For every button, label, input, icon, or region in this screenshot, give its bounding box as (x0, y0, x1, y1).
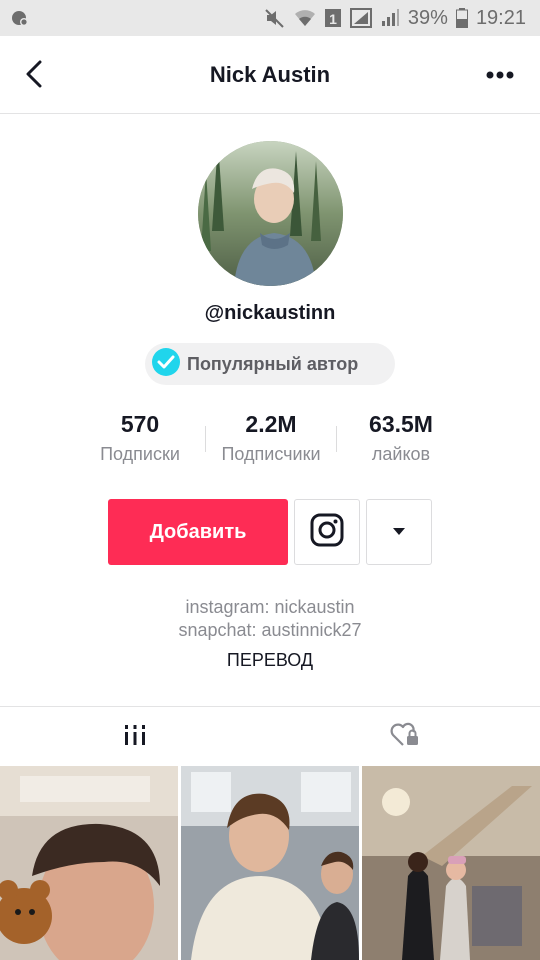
tab-liked[interactable] (270, 707, 540, 767)
followers-label: Подписчики (221, 444, 321, 464)
followers-count: 2.2M (245, 411, 297, 437)
mute-icon (264, 7, 286, 29)
badge-label: Популярный автор (187, 353, 359, 374)
bio-line: snapchat: austinnick27 (178, 620, 362, 640)
suggestions-dropdown-button[interactable] (366, 499, 432, 565)
page-title: Nick Austin (209, 61, 331, 87)
wifi-icon (294, 8, 316, 28)
sim-number: 1 (329, 11, 337, 27)
locked-heart-icon (390, 722, 420, 753)
clock: 19:21 (475, 6, 526, 29)
bio-line: instagram: nickaustin (185, 597, 355, 617)
more-options-button[interactable] (482, 62, 518, 88)
signal-box-icon (349, 8, 372, 28)
following-count: 570 (120, 411, 160, 437)
popular-creator-badge[interactable]: Популярный автор (145, 343, 395, 385)
more-dots-icon (486, 66, 514, 84)
battery-icon (455, 8, 468, 28)
following-label: Подписки (100, 444, 180, 464)
tab-videos[interactable] (0, 707, 270, 767)
signal-icon (380, 8, 400, 28)
profile-header: Nick Austin (0, 36, 540, 114)
notification-icon (10, 8, 30, 28)
grid-icon (123, 723, 147, 752)
video-grid (0, 766, 540, 960)
bio: instagram: nickaustin snapchat: austinni… (0, 596, 540, 642)
video-thumbnail[interactable] (0, 766, 178, 960)
back-button[interactable] (18, 60, 50, 92)
stat-divider (336, 426, 337, 452)
verified-icon (151, 347, 181, 382)
translate-link[interactable]: ПЕРЕВОД (0, 650, 540, 671)
likes-label: лайков (371, 444, 431, 464)
battery-percent: 39% (407, 6, 448, 29)
likes-count: 63.5M (369, 411, 433, 437)
followers-stat[interactable]: 2.2M Подписчики (206, 408, 336, 468)
status-bar: 1 39% 19:21 (0, 0, 540, 36)
chevron-left-icon (25, 60, 43, 93)
instagram-icon (310, 513, 344, 552)
content-tabs (0, 706, 540, 766)
instagram-button[interactable] (294, 499, 360, 565)
following-stat[interactable]: 570 Подписки (70, 408, 210, 468)
likes-stat[interactable]: 63.5M лайков (340, 408, 462, 468)
sim-icon: 1 (324, 8, 342, 28)
video-thumbnail[interactable] (181, 766, 359, 960)
profile-stats: 570 Подписки 2.2M Подписчики 63.5M лайко… (70, 408, 470, 470)
caret-down-icon (392, 523, 406, 541)
follow-button[interactable]: Добавить (108, 499, 288, 565)
username: @nickaustinn (204, 302, 336, 324)
avatar[interactable] (198, 141, 343, 286)
video-thumbnail[interactable] (362, 766, 540, 960)
